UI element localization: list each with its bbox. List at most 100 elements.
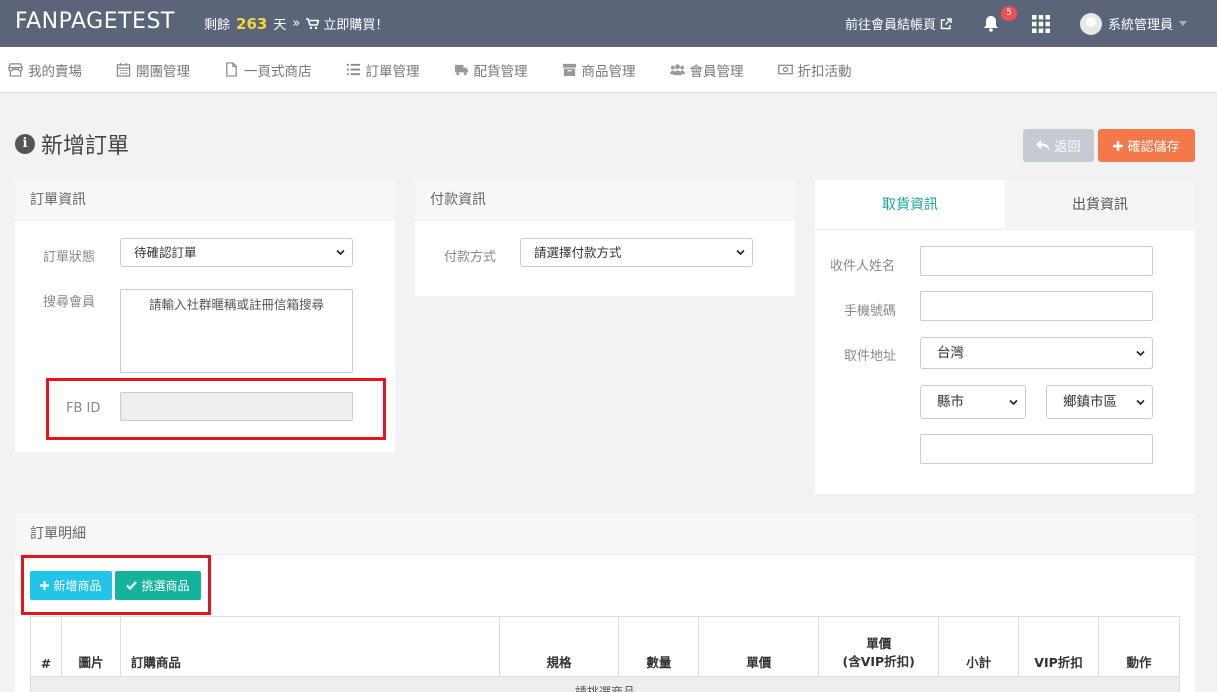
subscription-remaining: 剩餘 263 天 » 立即購買！ bbox=[204, 14, 388, 34]
col-spec: 規格 bbox=[498, 616, 620, 677]
nav-label: 一頁式商店 bbox=[244, 63, 312, 80]
top-bar: FANPAGETEST 剩餘 263 天 » 立即購買！ 前往會員結帳頁 5 系… bbox=[0, 0, 1217, 47]
nav-item-one-page-store[interactable]: 一頁式商店 bbox=[224, 60, 312, 80]
save-label: 確認儲存 bbox=[1127, 140, 1180, 155]
payment-panel: 付款資訊 付款方式 請選擇付款方式 bbox=[415, 180, 795, 296]
district-select[interactable]: 鄉鎮市區 bbox=[1046, 385, 1153, 419]
country-value: 台灣 bbox=[937, 345, 964, 361]
plus-icon bbox=[1113, 140, 1124, 151]
table-row: 請挑選商品 bbox=[30, 676, 1180, 692]
recipient-name-input[interactable] bbox=[920, 246, 1153, 276]
address-detail-input[interactable] bbox=[920, 434, 1153, 464]
nav-item-members[interactable]: 會員管理 bbox=[669, 60, 744, 80]
recipient-name-label: 收件人姓名 bbox=[830, 259, 896, 274]
col-product: 訂購商品 bbox=[119, 616, 500, 677]
tab-pickup-info[interactable]: 取貨資訊 bbox=[815, 180, 1005, 229]
user-menu[interactable]: 系統管理員 bbox=[1080, 0, 1188, 47]
chevron-down-icon bbox=[1009, 399, 1018, 406]
page-title: i 新增訂單 bbox=[15, 128, 129, 160]
buy-now-link[interactable]: 立即購買！ bbox=[306, 14, 388, 33]
nav-item-my-store[interactable]: 我的賣場 bbox=[8, 60, 82, 80]
order-details-heading: 訂單明細 bbox=[15, 514, 1195, 555]
payment-method-value: 請選擇付款方式 bbox=[534, 245, 622, 260]
nav-label: 商品管理 bbox=[581, 63, 636, 80]
payment-heading: 付款資訊 bbox=[415, 180, 795, 221]
phone-input[interactable] bbox=[920, 291, 1153, 321]
cart-icon bbox=[306, 17, 320, 29]
col-subtotal: 小計 bbox=[938, 616, 1020, 677]
col-vip-discount: VIP折扣 bbox=[1018, 616, 1099, 677]
pickup-panel: 取貨資訊 出貨資訊 收件人姓名 手機號碼 取件地址 台灣 縣市 鄉鎮市區 bbox=[815, 180, 1195, 494]
nav-item-discounts[interactable]: 折扣活動 bbox=[777, 60, 852, 80]
member-checkout-label: 前往會員結帳頁 bbox=[845, 18, 937, 33]
back-label: 返回 bbox=[1054, 140, 1081, 155]
notification-bell[interactable]: 5 bbox=[983, 0, 1017, 47]
file-icon bbox=[226, 62, 237, 77]
grid-icon bbox=[1032, 14, 1050, 33]
nav-item-products[interactable]: 商品管理 bbox=[562, 60, 636, 80]
chevron-down-icon bbox=[1136, 350, 1145, 357]
col-index: # bbox=[30, 616, 62, 677]
order-status-label: 訂單狀態 bbox=[43, 250, 96, 265]
remain-suffix: 天 bbox=[273, 18, 287, 33]
buy-now-label: 立即購買！ bbox=[323, 18, 389, 33]
empty-row-text: 請挑選商品 bbox=[30, 676, 1180, 692]
phone-label: 手機號碼 bbox=[844, 304, 897, 319]
country-select[interactable]: 台灣 bbox=[920, 337, 1153, 369]
order-status-value: 待確認訂單 bbox=[134, 245, 197, 260]
chevron-down-icon bbox=[1136, 399, 1145, 406]
highlight-box-product-buttons bbox=[21, 555, 211, 615]
external-link-icon bbox=[940, 17, 952, 29]
reply-icon bbox=[1036, 140, 1051, 151]
main-nav: 我的賣場 開團管理 一頁式商店 訂單管理 配貨管理 商品管理 會員管理 折扣活動 bbox=[0, 47, 1217, 93]
store-icon bbox=[8, 63, 23, 77]
nav-label: 配貨管理 bbox=[473, 63, 528, 80]
archive-icon bbox=[562, 63, 576, 77]
search-member-input[interactable]: 請輸入社群暱稱或註冊信箱搜尋 bbox=[120, 289, 353, 373]
col-image: 圖片 bbox=[60, 616, 121, 677]
chevron-down-icon bbox=[736, 249, 745, 256]
col-quantity: 數量 bbox=[618, 616, 700, 677]
nav-label: 折扣活動 bbox=[797, 63, 852, 80]
order-items-table: # 圖片 訂購商品 規格 數量 單價 單價 (含VIP折扣) 小計 VIP折扣 … bbox=[30, 616, 1180, 692]
truck-icon bbox=[454, 64, 468, 76]
nav-label: 會員管理 bbox=[689, 63, 744, 80]
nav-item-distribution[interactable]: 配貨管理 bbox=[454, 60, 528, 80]
notification-badge: 5 bbox=[1001, 6, 1017, 21]
chevron-down-icon bbox=[336, 249, 345, 256]
brand-logo[interactable]: FANPAGETEST bbox=[15, 9, 175, 34]
calendar-icon bbox=[116, 62, 131, 77]
search-member-label: 搜尋會員 bbox=[43, 295, 96, 310]
users-icon bbox=[669, 64, 685, 76]
tab-shipping-info[interactable]: 出貨資訊 bbox=[1005, 180, 1195, 229]
remain-days: 263 bbox=[236, 14, 268, 33]
col-unit-price: 單價 bbox=[698, 616, 820, 677]
col-actions: 動作 bbox=[1098, 616, 1180, 677]
pickup-address-label: 取件地址 bbox=[844, 349, 897, 364]
payment-method-select[interactable]: 請選擇付款方式 bbox=[520, 238, 753, 267]
nav-item-orders[interactable]: 訂單管理 bbox=[346, 60, 420, 80]
city-value: 縣市 bbox=[937, 394, 964, 410]
nav-item-group-buy[interactable]: 開團管理 bbox=[116, 60, 190, 80]
table-header-row: # 圖片 訂購商品 規格 數量 單價 單價 (含VIP折扣) 小計 VIP折扣 … bbox=[30, 616, 1180, 677]
list-icon bbox=[346, 63, 360, 76]
avatar bbox=[1080, 12, 1102, 35]
money-icon bbox=[777, 64, 793, 75]
highlight-box-fb-id bbox=[46, 378, 386, 440]
payment-method-label: 付款方式 bbox=[444, 250, 497, 265]
save-button[interactable]: 確認儲存 bbox=[1098, 129, 1195, 162]
apps-grid-button[interactable] bbox=[1032, 0, 1052, 47]
remain-prefix: 剩餘 bbox=[204, 18, 231, 33]
page-title-text: 新增訂單 bbox=[41, 134, 130, 159]
member-checkout-link[interactable]: 前往會員結帳頁 bbox=[845, 0, 952, 47]
order-status-select[interactable]: 待確認訂單 bbox=[120, 238, 353, 267]
bell-icon bbox=[984, 16, 998, 32]
nav-label: 訂單管理 bbox=[365, 63, 420, 80]
arrow-glyph: » bbox=[292, 16, 301, 31]
city-select[interactable]: 縣市 bbox=[920, 385, 1026, 419]
caret-down-icon bbox=[1179, 21, 1188, 26]
user-name: 系統管理員 bbox=[1108, 18, 1174, 33]
nav-label: 我的賣場 bbox=[28, 63, 82, 80]
back-button[interactable]: 返回 bbox=[1023, 129, 1094, 162]
pickup-tabs: 取貨資訊 出貨資訊 bbox=[815, 180, 1195, 230]
